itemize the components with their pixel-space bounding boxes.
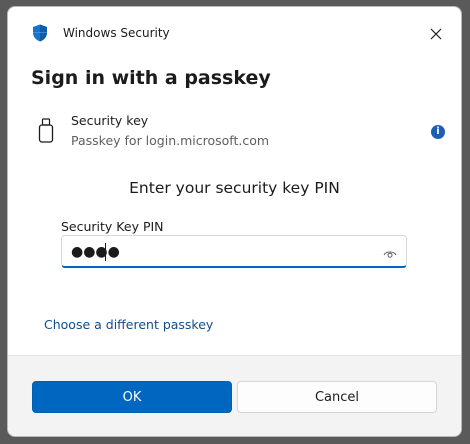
info-icon[interactable]: i	[431, 125, 445, 139]
dialog-footer: OK Cancel	[8, 355, 461, 436]
ok-button[interactable]: OK	[32, 381, 232, 413]
close-icon	[430, 28, 442, 40]
pin-input[interactable]: ●●●●	[61, 235, 407, 268]
key-type-title: Security key	[71, 113, 149, 128]
close-button[interactable]	[425, 23, 447, 45]
pin-masked-value: ●●●●	[71, 244, 120, 260]
choose-different-passkey-link[interactable]: Choose a different passkey	[44, 317, 213, 332]
security-key-row: Security key Passkey for login.microsoft…	[31, 111, 445, 161]
cancel-button[interactable]: Cancel	[237, 381, 437, 413]
usb-key-icon	[38, 118, 54, 144]
text-caret	[105, 243, 106, 261]
pin-field-label: Security Key PIN	[61, 219, 164, 234]
pin-prompt: Enter your security key PIN	[129, 179, 340, 197]
eye-icon	[383, 251, 397, 258]
shield-icon	[32, 24, 48, 42]
passkey-dialog: Windows Security Sign in with a passkey …	[7, 6, 462, 437]
title-bar: Windows Security	[8, 7, 461, 57]
window-title: Windows Security	[63, 26, 170, 40]
dialog-heading: Sign in with a passkey	[31, 67, 271, 89]
reveal-password-button[interactable]	[383, 245, 397, 258]
key-subtitle: Passkey for login.microsoft.com	[71, 133, 270, 148]
